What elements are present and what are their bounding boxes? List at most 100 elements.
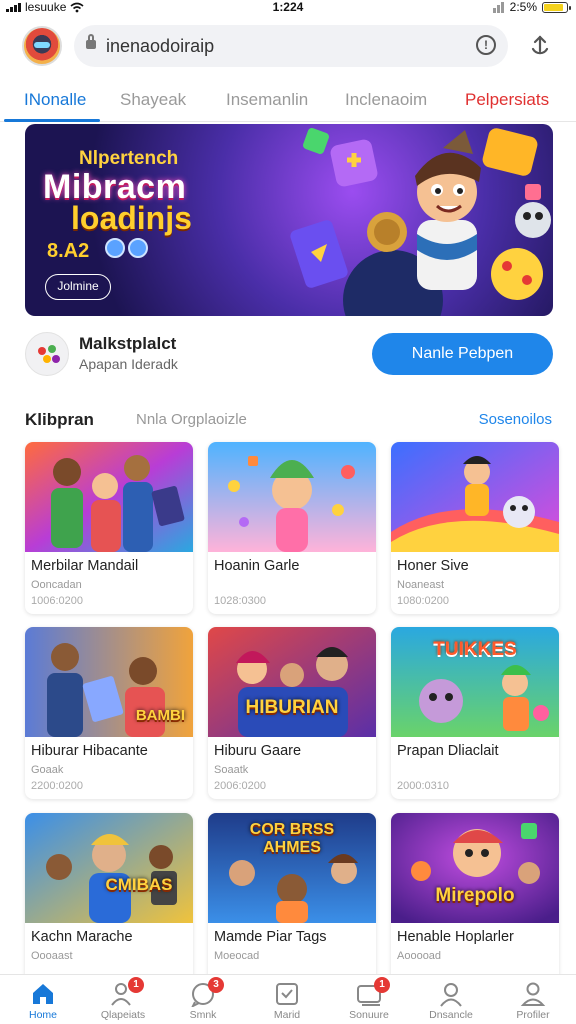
card-thumb-label: Mirepolo bbox=[435, 885, 515, 906]
share-icon[interactable] bbox=[526, 33, 554, 61]
marketplace-button[interactable]: Nanle Pebpen bbox=[372, 333, 553, 375]
card-title: Merbilar Mandail bbox=[31, 558, 139, 574]
card-title: Mamde Piar Tags bbox=[214, 929, 327, 945]
top-bar: inenaodoiraip ! bbox=[0, 20, 576, 76]
game-card[interactable]: Hoanin Garle 1028:0300 bbox=[208, 442, 376, 614]
game-card[interactable]: HIBURIAN Hiburu Gaare Soaatk 2006:0200 bbox=[208, 627, 376, 799]
card-title: Prapan Dliaclait bbox=[397, 743, 499, 759]
marketplace-row: Malkstplalct Apapan Ideradk Nanle Pebpen bbox=[25, 330, 553, 378]
marketplace-title: Malkstplalct bbox=[79, 334, 177, 353]
card-title: Hoanin Garle bbox=[214, 558, 300, 574]
section-see-all-link[interactable]: Sosenoilos bbox=[479, 411, 552, 428]
status-bar: lesuuke 1:224 2:5% bbox=[0, 0, 576, 16]
battery-icon bbox=[542, 1, 571, 13]
banner-illustration bbox=[290, 128, 551, 316]
profile-icon bbox=[520, 981, 546, 1007]
game-card[interactable]: Mirepolo Henable Hoplarler Aooooad bbox=[391, 813, 559, 985]
card-thumbnail: TUIKKES bbox=[391, 627, 559, 737]
nav-item-home[interactable]: Home bbox=[2, 981, 84, 1024]
game-card[interactable]: Merbilar Mandail Ooncadan 1006:0200 bbox=[25, 442, 193, 614]
card-id: 2006:0200 bbox=[214, 780, 266, 792]
card-title: Henable Hoplarler bbox=[397, 929, 514, 945]
info-icon[interactable]: ! bbox=[476, 35, 496, 55]
card-meta: Oooaast bbox=[31, 950, 73, 962]
section-header: Klibpran Nnla Orgplaoizle Sosenoilos bbox=[0, 408, 576, 430]
marketplace-subtitle: Apapan Ideradk bbox=[79, 356, 178, 372]
banner-kicker: Nlpertench bbox=[79, 148, 179, 169]
nav-badge: 3 bbox=[208, 977, 224, 993]
nav-item-discover[interactable]: Dnsancle bbox=[410, 981, 492, 1024]
nav-label: Smnk bbox=[189, 1009, 217, 1021]
chat-icon: 3 bbox=[190, 977, 224, 1009]
lock-icon bbox=[86, 34, 96, 49]
search-person-icon bbox=[438, 981, 464, 1007]
nav-badge: 1 bbox=[374, 977, 390, 993]
card-id: 2200:0200 bbox=[31, 780, 83, 792]
nav-label: Home bbox=[28, 1009, 57, 1021]
card-thumbnail: BAMBI bbox=[25, 627, 193, 737]
app-avatar[interactable] bbox=[22, 26, 62, 66]
bottom-nav: Home 1 Qlapeiats 3 Smnk Marid 1 Sonuure … bbox=[0, 974, 576, 1024]
marketplace-logo bbox=[25, 332, 69, 376]
tab-3[interactable]: Inclenaoim bbox=[345, 90, 427, 110]
nav-label: Sonuure bbox=[349, 1009, 389, 1021]
card-meta: Goaak bbox=[31, 764, 64, 776]
check-box-icon bbox=[274, 981, 300, 1007]
card-thumb-label: HIBURIAN bbox=[245, 697, 339, 718]
card-thumbnail bbox=[25, 442, 193, 552]
nav-item-profile[interactable]: Profiler bbox=[492, 981, 574, 1024]
card-thumbnail: CMIBAS bbox=[25, 813, 193, 923]
card-thumb-label: COR BRSS AHMES bbox=[249, 821, 335, 856]
game-card[interactable]: Honer Sive Noaneast 1080:0200 bbox=[391, 442, 559, 614]
tab-0[interactable]: INonalle bbox=[24, 90, 86, 110]
card-thumbnail: HIBURIAN bbox=[208, 627, 376, 737]
banner-cta-button[interactable]: Jolmine bbox=[45, 274, 111, 300]
url-bar[interactable]: inenaodoiraip ! bbox=[74, 25, 508, 67]
section-title: Klibpran bbox=[25, 410, 94, 429]
clock: 1:224 bbox=[272, 0, 304, 14]
banner-subtitle: loadinjs bbox=[71, 200, 192, 236]
tab-2[interactable]: Insemanlin bbox=[226, 90, 308, 110]
nav-label: Dnsancle bbox=[429, 1009, 473, 1021]
home-icon bbox=[30, 981, 56, 1007]
card-title: Kachn Marache bbox=[31, 929, 133, 945]
card-meta: Moeocad bbox=[214, 950, 260, 962]
section-subtitle: Nnla Orgplaoizle bbox=[136, 411, 247, 428]
nav-item-tasks[interactable]: Marid bbox=[246, 981, 328, 1024]
nav-badge: 1 bbox=[128, 977, 144, 993]
card-thumb-label: BAMBI bbox=[135, 707, 185, 724]
card-thumb-label: CMIBAS bbox=[105, 875, 173, 894]
tab-1[interactable]: Shayeak bbox=[120, 90, 186, 110]
card-thumb-label: TUIKKES bbox=[433, 639, 517, 660]
card-id: 1006:0200 bbox=[31, 595, 83, 607]
nav-item-chat[interactable]: 3 Smnk bbox=[162, 977, 244, 1024]
hero-banner[interactable]: Nlpertench Mibracm loadinjs 8.A2 Jolmine bbox=[25, 124, 553, 316]
banner-badges bbox=[105, 238, 148, 258]
status-right: 2:5% bbox=[492, 0, 571, 14]
card-id: 2000:0310 bbox=[397, 780, 449, 792]
tab-4[interactable]: Pelpersiats bbox=[465, 90, 549, 110]
card-title: Hiburar Hibacante bbox=[31, 743, 148, 759]
nav-item-messages[interactable]: 1 Sonuure bbox=[328, 977, 410, 1024]
game-card[interactable]: TUIKKES Prapan Dliaclait 2000:0310 bbox=[391, 627, 559, 799]
url-text[interactable]: inenaodoiraip bbox=[106, 36, 214, 57]
people-icon: 1 bbox=[110, 977, 144, 1007]
card-thumbnail bbox=[208, 442, 376, 552]
card-thumbnail: COR BRSS AHMES bbox=[208, 813, 376, 923]
category-tabs: INonalle Shayeak Insemanlin Inclenaoim P… bbox=[0, 78, 576, 122]
card-meta: Soaatk bbox=[214, 764, 249, 776]
card-meta: Aooooad bbox=[397, 950, 442, 962]
card-meta: Noaneast bbox=[397, 579, 445, 591]
game-card[interactable]: COR BRSS AHMES Mamde Piar Tags Moeocad bbox=[208, 813, 376, 985]
game-card[interactable]: CMIBAS Kachn Marache Oooaast bbox=[25, 813, 193, 985]
card-thumbnail: Mirepolo bbox=[391, 813, 559, 923]
nav-label: Profiler bbox=[516, 1009, 550, 1021]
battery-percent: 2:5% bbox=[509, 0, 537, 14]
game-card[interactable]: BAMBI Hiburar Hibacante Goaak 2200:0200 bbox=[25, 627, 193, 799]
card-id: 1080:0200 bbox=[397, 595, 449, 607]
badge-dot-icon bbox=[128, 238, 148, 258]
card-thumbnail bbox=[391, 442, 559, 552]
card-id: 1028:0300 bbox=[214, 595, 266, 607]
nav-item-people[interactable]: 1 Qlapeiats bbox=[82, 977, 164, 1024]
card-meta: Ooncadan bbox=[31, 579, 82, 591]
